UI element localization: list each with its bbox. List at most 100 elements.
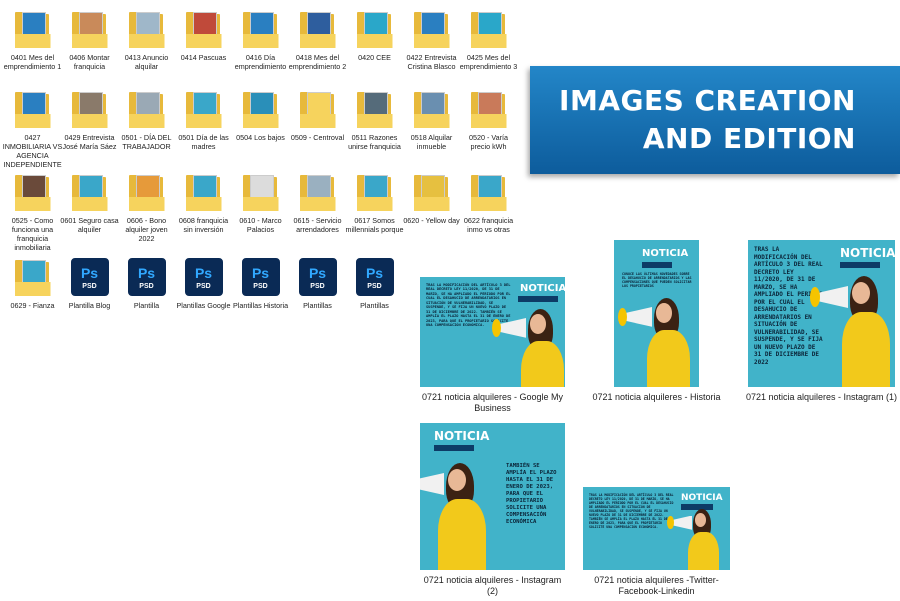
psd-extension: PSD — [82, 283, 97, 290]
folder-item[interactable]: 0501 Día de las madres — [175, 88, 232, 151]
folder-icon — [467, 88, 511, 130]
psd-extension: PSD — [139, 283, 154, 290]
file-label: 0622 franquicia inmo vs otras — [463, 216, 514, 234]
folder-icon — [182, 171, 226, 213]
folder-item[interactable]: 0406 Montar franquicia — [61, 8, 118, 71]
image-thumbnail: NOTICIA TAMBIÉN SE AMPLÍA EL PLAZO HASTA … — [420, 423, 565, 570]
brand-logo — [434, 445, 474, 451]
file-label: Plantillas Historia — [232, 301, 289, 310]
folder-item[interactable]: 0501 - DÍA DEL TRABAJADOR — [118, 88, 175, 151]
folder-icon — [467, 171, 511, 213]
file-label: Plantillas Google — [176, 301, 231, 310]
psd-file-item[interactable]: Ps PSD Plantillas — [346, 256, 403, 310]
folder-item[interactable]: 0610 - Marco Palacios — [232, 171, 289, 234]
folder-item[interactable]: 0608 franquicia sin inversión — [175, 171, 232, 234]
folder-item[interactable]: 0504 Los bajos — [232, 88, 289, 142]
folder-icon — [467, 8, 511, 50]
psd-glyph: Ps — [365, 265, 384, 281]
folder-icon — [410, 8, 454, 50]
file-label: Plantilla — [133, 301, 160, 310]
folder-item[interactable]: 0413 Anuncio alquilar — [118, 8, 175, 71]
folder-icon — [125, 88, 169, 130]
file-label: 0425 Mes del emprendimiento 3 — [459, 53, 518, 71]
file-label: 0520 - Varía precio kWh — [468, 133, 509, 151]
folder-item[interactable]: 0427 INMOBILIARIA VS AGENCIA INDEPENDIEN… — [3, 88, 62, 169]
file-label: 0416 Día emprendimiento — [234, 53, 287, 71]
folder-icon — [11, 256, 55, 298]
image-file-item[interactable]: NOTICIA TRAS LA MODIFICACIÓN DEL ARTÍCULO… — [744, 240, 899, 403]
psd-extension: PSD — [310, 283, 325, 290]
folder-icon — [296, 88, 340, 130]
file-label: 0511 Razones unirse franquicia — [348, 133, 401, 151]
file-label: Plantillas — [360, 301, 389, 310]
file-label: 0501 - DÍA DEL TRABAJADOR — [121, 133, 172, 151]
image-file-item[interactable]: NOTICIA TRAS LA MODIFICACIÓN DEL ARTÍCULO… — [418, 277, 568, 414]
folder-icon — [11, 88, 55, 130]
image-file-item[interactable]: NOTICIA CONOCE LAS ÚLTIMAS NOVEDADES SOBR… — [587, 240, 727, 403]
folder-item[interactable]: 0615 - Servicio arrendadores — [289, 171, 346, 234]
folder-icon — [68, 8, 112, 50]
psd-file-item[interactable]: Ps PSD Plantilla — [118, 256, 175, 310]
folder-item[interactable]: 0420 CEE — [346, 8, 403, 62]
folder-item[interactable]: 0601 Seguro casa alquiler — [60, 171, 119, 234]
folder-item[interactable]: 0416 Día emprendimiento — [232, 8, 289, 71]
psd-glyph: Ps — [137, 265, 156, 281]
image-file-item[interactable]: NOTICIA TAMBIÉN SE AMPLÍA EL PLAZO HASTA … — [418, 423, 568, 597]
folder-item[interactable]: 0401 Mes del emprendimiento 1 — [4, 8, 61, 71]
brand-logo — [840, 262, 880, 268]
file-label: 0617 Somos millennials porque — [345, 216, 404, 234]
folder-item[interactable]: 0622 franquicia inmo vs otras — [460, 171, 517, 234]
folder-item[interactable]: 0418 Mes del emprendimiento 2 — [289, 8, 346, 71]
folder-item[interactable]: 0422 Entrevista Cristina Blasco — [403, 8, 460, 71]
image-file-label: 0721 noticia alquileres -Twitter-Faceboo… — [594, 575, 719, 596]
psd-file-item[interactable]: Ps PSD Plantillas Google — [175, 256, 232, 310]
psd-extension: PSD — [253, 283, 268, 290]
folder-icon — [125, 8, 169, 50]
photoshop-file-icon: Ps PSD — [353, 256, 397, 298]
photoshop-file-icon: Ps PSD — [239, 256, 283, 298]
psd-glyph: Ps — [308, 265, 327, 281]
folder-item[interactable]: 0620 - Yellow day — [403, 171, 460, 225]
psd-file-item[interactable]: Ps PSD Plantillas — [289, 256, 346, 310]
photoshop-file-icon: Ps PSD — [296, 256, 340, 298]
folder-item[interactable]: 0414 Pascuas — [175, 8, 232, 62]
image-file-item[interactable]: NOTICIA TRAS LA MODIFICACIÓN DEL ARTÍCULO… — [582, 487, 732, 597]
folder-icon — [182, 8, 226, 50]
folder-item[interactable]: 0525 - Como funciona una franquicia inmo… — [4, 171, 61, 252]
file-label: 0406 Montar franquicia — [69, 53, 110, 71]
folder-icon — [410, 171, 454, 213]
folder-item[interactable]: 0425 Mes del emprendimiento 3 — [460, 8, 517, 71]
folder-icon — [11, 8, 55, 50]
folder-item[interactable]: 0509 - Centroval — [289, 88, 346, 142]
folder-item[interactable]: 0429 Entrevista José María Sáez — [61, 88, 118, 151]
image-file-label: 0721 noticia alquileres - Instagram (1) — [745, 392, 898, 402]
folder-item[interactable]: 0606 - Bono alquiler joven 2022 — [118, 171, 175, 243]
file-label: 0509 - Centroval — [290, 133, 345, 142]
thumbnail-body-text: TRAS LA MODIFICACIÓN DEL ARTÍCULO 3 DEL … — [589, 493, 674, 529]
file-label: 0422 Entrevista Cristina Blasco — [406, 53, 457, 71]
brand-logo — [681, 504, 713, 510]
image-file-label: 0721 noticia alquileres - Historia — [592, 392, 721, 402]
image-thumbnail: NOTICIA TRAS LA MODIFICACIÓN DEL ARTÍCULO… — [748, 240, 895, 387]
folder-item[interactable]: 0629 - Fianza — [4, 256, 61, 310]
folder-item[interactable]: 0520 - Varía precio kWh — [460, 88, 517, 151]
image-thumbnail: NOTICIA TRAS LA MODIFICACIÓN DEL ARTÍCULO… — [583, 487, 730, 570]
folder-icon — [296, 171, 340, 213]
folder-item[interactable]: 0511 Razones unirse franquicia — [346, 88, 403, 151]
folder-item[interactable]: 0518 Alquilar inmueble — [403, 88, 460, 151]
file-label: 0606 - Bono alquiler joven 2022 — [125, 216, 168, 243]
thumbnail-body-text: TAMBIÉN SE AMPLÍA EL PLAZO HASTA EL 31 D… — [506, 463, 557, 525]
folder-icon — [410, 88, 454, 130]
psd-file-item[interactable]: Ps PSD Plantilla Blog — [61, 256, 118, 310]
psd-file-item[interactable]: Ps PSD Plantillas Historia — [232, 256, 289, 310]
folder-icon — [239, 171, 283, 213]
psd-glyph: Ps — [194, 265, 213, 281]
thumbnail-heading: NOTICIA — [520, 283, 565, 294]
file-label: 0610 - Marco Palacios — [239, 216, 282, 234]
folder-icon — [353, 8, 397, 50]
folder-item[interactable]: 0617 Somos millennials porque — [346, 171, 403, 234]
folder-icon — [182, 88, 226, 130]
photoshop-file-icon: Ps PSD — [68, 256, 112, 298]
folder-icon — [239, 8, 283, 50]
image-thumbnail: NOTICIA CONOCE LAS ÚLTIMAS NOVEDADES SOBR… — [614, 240, 699, 387]
